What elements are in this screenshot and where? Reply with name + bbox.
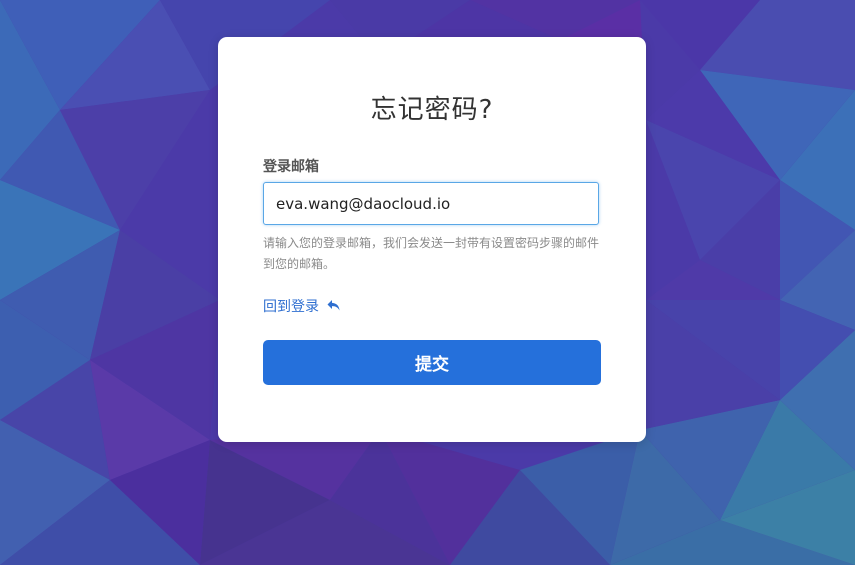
email-help-text: 请输入您的登录邮箱，我们会发送一封带有设置密码步骤的邮件到您的邮箱。 bbox=[263, 236, 600, 271]
email-input[interactable] bbox=[263, 182, 599, 225]
back-to-login-label: 回到登录 bbox=[263, 299, 319, 315]
submit-button[interactable]: 提交 bbox=[263, 340, 601, 385]
email-field-label: 登录邮箱 bbox=[263, 159, 319, 175]
forgot-password-card: 忘记密码? 登录邮箱 请输入您的登录邮箱，我们会发送一封带有设置密码步骤的邮件到… bbox=[218, 37, 646, 442]
back-to-login-link[interactable]: 回到登录 bbox=[263, 296, 342, 316]
page-title: 忘记密码? bbox=[370, 95, 494, 125]
undo-arrow-icon bbox=[326, 298, 342, 314]
